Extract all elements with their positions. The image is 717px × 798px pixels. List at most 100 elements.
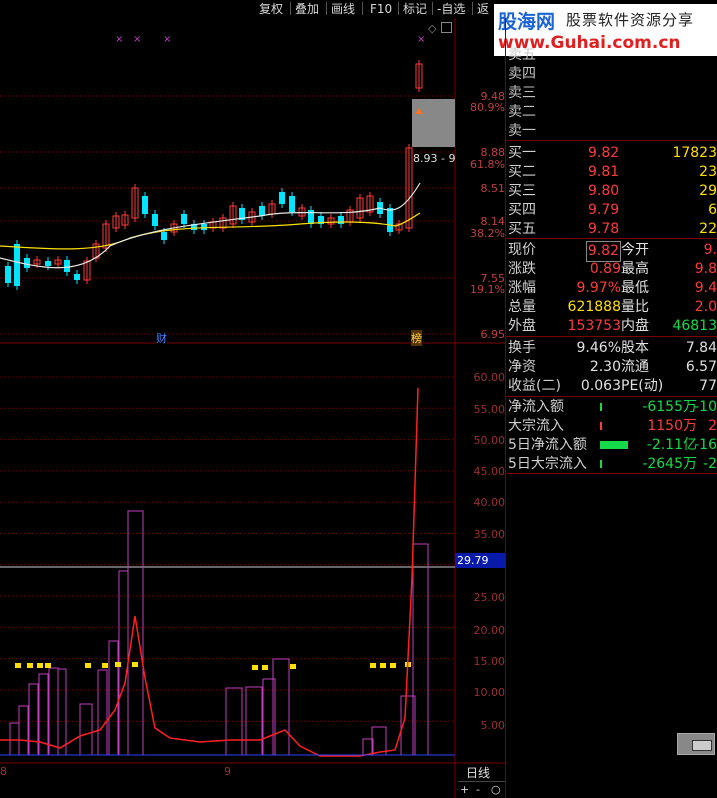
chart-toolbar: 复权 叠加 画线 F10 标记 -自选 返: [0, 0, 500, 18]
signal-dot: [115, 662, 121, 667]
price-tick: 8.51: [480, 182, 506, 195]
price-axis: 9.48 80.9% 8.88 61.8% 8.51 8.14 38.2% 7.…: [455, 18, 505, 343]
indicator-tick: 25.00: [473, 591, 506, 604]
zoom-out-button[interactable]: -: [476, 783, 480, 796]
candle-body: [14, 244, 20, 286]
quote-value: 9.82: [585, 241, 621, 262]
quote-row: 涨跌 0.89 最高 9.8: [508, 261, 717, 277]
flow-bar: [600, 403, 603, 411]
quote-value: 9.4: [694, 280, 717, 296]
buy-price: 9.81: [588, 164, 620, 180]
finance-event-marker[interactable]: 财: [156, 330, 167, 346]
signal-marker: ×: [417, 34, 425, 45]
indicator-tick: 55.00: [473, 403, 506, 416]
flow-value: -2.11亿: [646, 437, 697, 453]
buy-volume: 6: [708, 202, 717, 218]
banner-slogan: 股票软件资源分享: [566, 11, 695, 29]
buy-level: 买五 9.78 22: [508, 221, 717, 237]
quote-value: 153753: [567, 318, 621, 334]
signal-marker: ×: [163, 34, 171, 45]
toolbar-restore-rights[interactable]: 复权: [259, 1, 283, 17]
reset-zoom-button[interactable]: ○: [491, 783, 501, 796]
sell-level: 卖三: [508, 85, 536, 101]
flow-value: -2: [703, 456, 717, 472]
flow-value: -6155万: [642, 399, 697, 415]
quote-value: 621888: [567, 299, 621, 315]
buy-level: 买三 9.80 29: [508, 183, 717, 199]
indicator-tick: 40.00: [473, 496, 506, 509]
fib-tick: 19.1%: [470, 283, 505, 296]
signal-dot: [132, 662, 138, 667]
flow-bar: [600, 441, 628, 449]
toolbar-overlay[interactable]: 叠加: [295, 1, 319, 17]
panel-divider: [505, 18, 506, 798]
flow-value: -16: [694, 437, 717, 453]
flow-bar: [600, 422, 602, 430]
indicator-red-line: [0, 387, 419, 757]
indicator-box: [108, 640, 119, 756]
signal-dot: [370, 663, 376, 668]
fund-flow-row: 5日大宗流入 -2645万 -2: [508, 456, 717, 472]
fund-flow-row: 大宗流入 1150万 2: [508, 418, 717, 434]
sell-level: 卖五: [508, 47, 536, 63]
zoom-in-button[interactable]: +: [460, 783, 469, 796]
quote-value: 7.84: [685, 340, 717, 356]
quote-value: 9.: [703, 242, 717, 258]
indicator-tick: 45.00: [473, 465, 506, 478]
signal-dot: [252, 665, 258, 670]
signal-dot: [390, 663, 396, 668]
buy-price: 9.78: [588, 221, 620, 237]
period-daily-tab[interactable]: 日线: [466, 764, 490, 781]
fib-tick: 61.8%: [470, 158, 505, 171]
indicator-tick: 60.00: [473, 371, 506, 384]
indicator-tick: 35.00: [473, 528, 506, 541]
kline-chart[interactable]: × × × ×: [0, 18, 505, 798]
signal-dot: [262, 665, 268, 670]
candle-body: [181, 214, 187, 224]
toolbar-watchlist[interactable]: -自选: [437, 1, 465, 17]
indicator-tick: 10.00: [473, 686, 506, 699]
buy-level: 买四 9.79 6: [508, 202, 717, 218]
quote-value: 0.89: [589, 261, 621, 277]
candle-body: [338, 216, 344, 224]
indicator-box: [79, 703, 93, 756]
keyboard-icon[interactable]: [677, 733, 715, 755]
fib-tick: 38.2%: [470, 227, 505, 240]
indicator-tick: 20.00: [473, 624, 506, 637]
candle-body: [201, 224, 207, 230]
candle-body: [289, 196, 295, 212]
fib-retracement-box: [412, 99, 455, 147]
rank-event-marker[interactable]: 榜: [411, 330, 422, 346]
candle-body: [142, 196, 148, 214]
flow-value: -2645万: [642, 456, 697, 472]
buy-volume: 29: [699, 183, 717, 199]
signal-dot: [85, 663, 91, 668]
indicator-box: [57, 668, 67, 756]
quote-value: 2.0: [694, 299, 717, 315]
quote-value: 9.8: [694, 261, 717, 277]
buy-price: 9.82: [588, 145, 620, 161]
toolbar-f10[interactable]: F10: [370, 1, 392, 17]
signal-marker: ×: [133, 34, 141, 45]
indicator-tick: 15.00: [473, 655, 506, 668]
indicator-current-value: 29.79: [455, 553, 505, 568]
banner-brand: 股海网: [498, 11, 556, 33]
indicator-box: [9, 722, 20, 756]
indicator-box: [48, 667, 59, 756]
indicator-tick: 5.00: [480, 719, 506, 732]
quote-row: 现价 9.82 今开 9.: [508, 241, 717, 262]
quote-row: 涨幅 9.97% 最低 9.4: [508, 280, 717, 296]
buy-volume: 22: [699, 221, 717, 237]
date-tick: 9: [224, 765, 231, 778]
toolbar-draw-line[interactable]: 画线: [331, 1, 355, 17]
quote-value: 9.97%: [576, 280, 621, 296]
toolbar-back[interactable]: 返: [477, 1, 489, 17]
toolbar-mark[interactable]: 标记: [403, 1, 427, 17]
candle-body: [259, 206, 265, 216]
fib-range-label: 8.93 - 9: [413, 152, 456, 165]
candle-body: [279, 192, 285, 204]
signal-dot: [290, 664, 296, 669]
signal-marker: ×: [115, 34, 123, 45]
signal-dot: [380, 663, 386, 668]
sell-level: 卖二: [508, 104, 536, 120]
